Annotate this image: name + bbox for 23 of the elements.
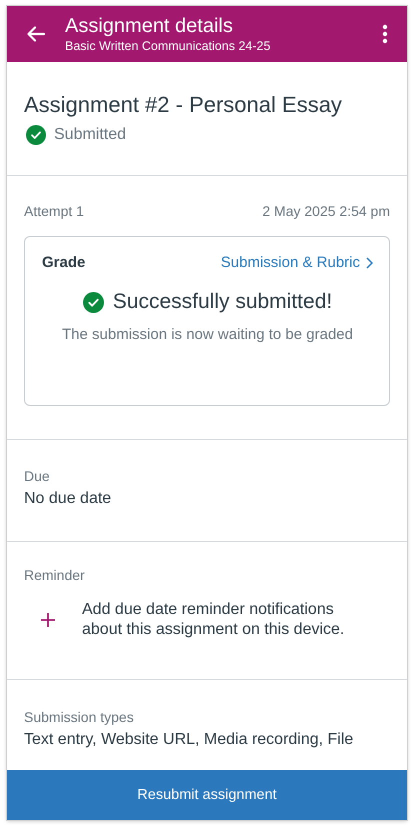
- submission-rubric-link[interactable]: Submission & Rubric: [220, 254, 373, 271]
- due-label: Due: [24, 468, 51, 484]
- grading-note: The submission is now waiting to be graded: [61, 326, 354, 343]
- resubmit-button[interactable]: Resubmit assignment: [7, 770, 407, 820]
- submission-status: Submitted: [54, 126, 126, 144]
- attempt-label: Attempt 1: [24, 203, 84, 219]
- submission-types-value: Text entry, Website URL, Media recording, File: [24, 731, 354, 749]
- grade-label: Grade: [42, 254, 86, 271]
- add-icon[interactable]: [40, 612, 56, 628]
- reminder-label: Reminder: [24, 567, 86, 583]
- back-arrow-icon: [26, 24, 46, 44]
- submission-types-label: Submission types: [24, 709, 135, 725]
- chevron-right-icon: [366, 256, 373, 268]
- header-title: Assignment details: [65, 14, 234, 38]
- assignment-title: Assignment #2 - Personal Essay: [24, 92, 343, 118]
- due-date: No due date: [24, 490, 112, 508]
- submitted-check-icon: [26, 125, 46, 145]
- header-subtitle: Basic Written Communications 24-25: [65, 38, 272, 54]
- more-vertical-icon: [382, 24, 388, 44]
- success-message: Successfully submitted!: [112, 290, 332, 314]
- success-check-icon: [82, 292, 104, 312]
- attempt-date: 2 May 2025 2:54 pm: [262, 203, 390, 219]
- add-reminder-text[interactable]: Add due date reminder notifications about this assignment on this device.: [82, 600, 357, 640]
